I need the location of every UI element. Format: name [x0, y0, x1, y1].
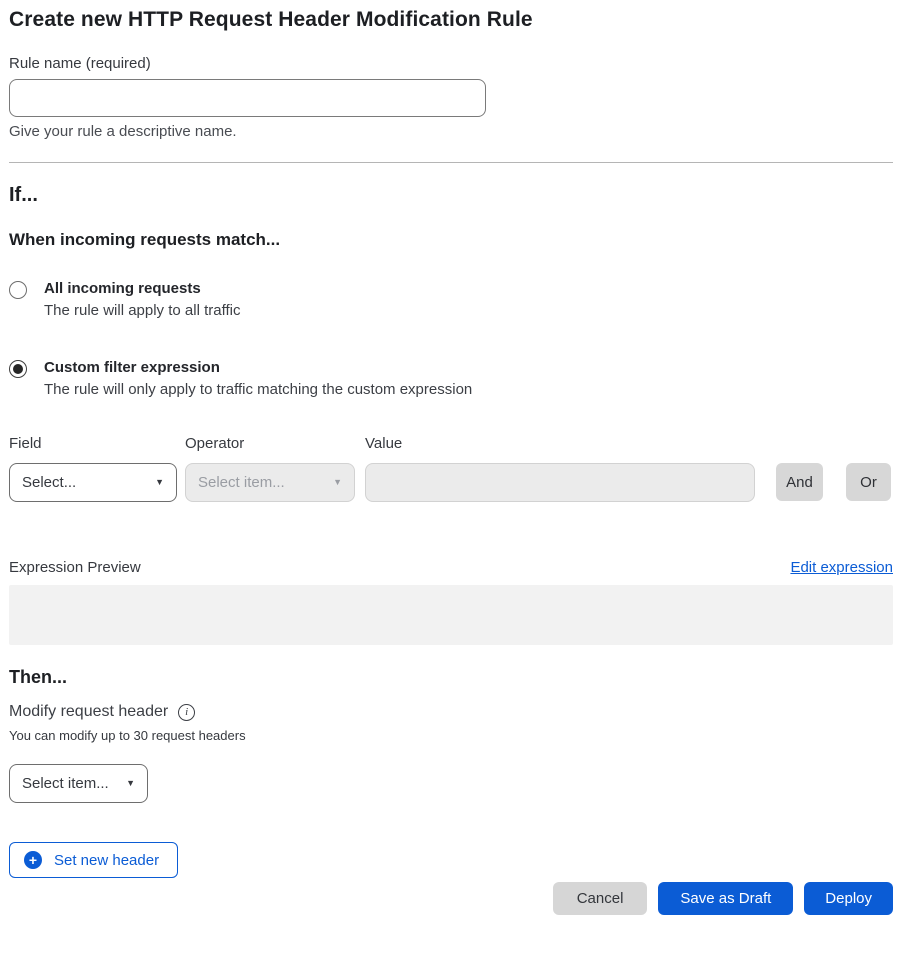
- rule-name-input[interactable]: [9, 79, 486, 117]
- radio-option-text: All incoming requests The rule will appl…: [44, 280, 240, 319]
- footer-actions: Cancel Save as Draft Deploy: [9, 882, 893, 915]
- header-item-select-value: Select item...: [22, 775, 109, 792]
- radio-option-text: Custom filter expression The rule will o…: [44, 359, 472, 398]
- modify-request-header-row: Modify request header i: [9, 703, 893, 721]
- radio-description: The rule will apply to all traffic: [44, 302, 240, 319]
- if-heading: If...: [9, 184, 893, 207]
- page-title: Create new HTTP Request Header Modificat…: [9, 8, 893, 32]
- edit-expression-link[interactable]: Edit expression: [790, 559, 893, 576]
- field-select[interactable]: Select... ▼: [9, 463, 177, 502]
- radio-button-icon[interactable]: [9, 360, 27, 378]
- expression-preview-header: Expression Preview Edit expression: [9, 559, 893, 576]
- expression-builder-row: Field Select... ▼ Operator Select item..…: [9, 435, 893, 502]
- set-new-header-button[interactable]: + Set new header: [9, 842, 178, 878]
- value-label: Value: [365, 435, 755, 452]
- modify-request-header-label: Modify request header: [9, 703, 168, 721]
- info-icon[interactable]: i: [178, 704, 195, 721]
- header-item-select[interactable]: Select item... ▼: [9, 764, 148, 803]
- section-divider: [9, 162, 893, 163]
- expression-preview-box: [9, 585, 893, 645]
- or-button[interactable]: Or: [846, 463, 891, 501]
- operator-select-value: Select item...: [198, 474, 285, 491]
- deploy-button[interactable]: Deploy: [804, 882, 893, 915]
- radio-label: All incoming requests: [44, 280, 240, 297]
- create-rule-page: Create new HTTP Request Header Modificat…: [0, 0, 899, 915]
- radio-option-all-incoming-requests[interactable]: All incoming requests The rule will appl…: [9, 280, 893, 319]
- expression-preview-label: Expression Preview: [9, 559, 141, 576]
- rule-name-label: Rule name (required): [9, 55, 893, 72]
- and-button[interactable]: And: [776, 463, 823, 501]
- radio-option-custom-filter-expression[interactable]: Custom filter expression The rule will o…: [9, 359, 893, 398]
- chevron-down-icon: ▼: [126, 779, 135, 788]
- chevron-down-icon: ▼: [155, 478, 164, 487]
- set-new-header-label: Set new header: [54, 852, 159, 869]
- value-input[interactable]: [365, 463, 755, 502]
- rule-name-helper: Give your rule a descriptive name.: [9, 123, 893, 140]
- modify-header-helper: You can modify up to 30 request headers: [9, 728, 893, 743]
- save-as-draft-button[interactable]: Save as Draft: [658, 882, 793, 915]
- chevron-down-icon: ▼: [333, 478, 342, 487]
- cancel-button[interactable]: Cancel: [553, 882, 648, 915]
- plus-icon: +: [24, 851, 42, 869]
- operator-label: Operator: [185, 435, 355, 452]
- radio-description: The rule will only apply to traffic matc…: [44, 381, 472, 398]
- radio-label: Custom filter expression: [44, 359, 472, 376]
- field-select-value: Select...: [22, 474, 76, 491]
- field-label: Field: [9, 435, 177, 452]
- match-subheading: When incoming requests match...: [9, 230, 893, 250]
- radio-button-icon[interactable]: [9, 281, 27, 299]
- operator-select[interactable]: Select item... ▼: [185, 463, 355, 502]
- then-heading: Then...: [9, 667, 893, 688]
